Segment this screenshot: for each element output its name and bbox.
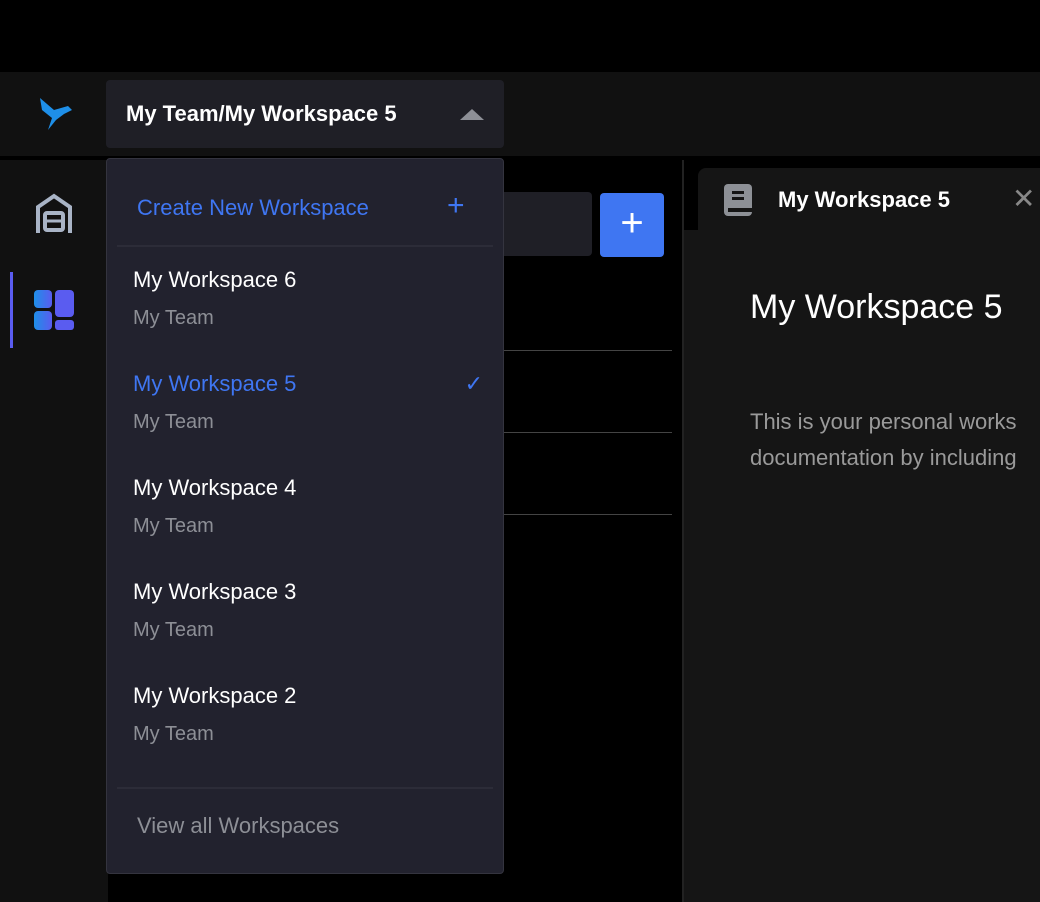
workspaces-icon[interactable] (33, 289, 75, 336)
plus-icon[interactable]: + (447, 189, 465, 223)
body-line: documentation by including (750, 445, 1017, 470)
workspace-item[interactable]: My Workspace 6 My Team (133, 267, 483, 357)
workspace-name: My Workspace 4 (133, 475, 297, 500)
create-new-workspace-link[interactable]: Create New Workspace (137, 195, 369, 221)
left-nav (0, 160, 108, 902)
divider (480, 350, 672, 351)
workspace-item[interactable]: My Workspace 2 My Team (133, 683, 483, 773)
collections-icon[interactable] (34, 193, 74, 240)
document-panel (684, 230, 1040, 902)
workspace-selector[interactable]: My Team/My Workspace 5 (106, 80, 504, 148)
workspace-item[interactable]: My Workspace 3 My Team (133, 579, 483, 669)
workspace-name: My Workspace 6 (133, 267, 297, 292)
team-name: My Team (133, 515, 214, 537)
book-icon (724, 184, 752, 221)
document-body: This is your personal works documentatio… (750, 404, 1017, 476)
workspace-name: My Workspace 2 (133, 683, 297, 708)
workspace-name: My Workspace 5 (133, 371, 297, 396)
nav-active-indicator (10, 272, 13, 348)
workspace-selector-label: My Team/My Workspace 5 (126, 101, 397, 126)
workspace-name: My Workspace 3 (133, 579, 297, 604)
bird-logo-icon[interactable] (38, 96, 74, 137)
workspace-dropdown: Create New Workspace + My Workspace 6 My… (106, 158, 504, 874)
team-name: My Team (133, 411, 214, 433)
check-icon: ✓ (464, 371, 483, 396)
team-name: My Team (133, 619, 214, 641)
document-title: My Workspace 5 (750, 288, 1003, 326)
team-name: My Team (133, 723, 214, 745)
add-button[interactable]: + (600, 193, 664, 257)
divider (480, 514, 672, 515)
tab-my-workspace-5[interactable]: My Workspace 5 ✕ (698, 168, 1040, 230)
caret-up-icon (460, 109, 484, 120)
workspace-item-selected[interactable]: My Workspace 5 My Team ✓ (133, 371, 483, 461)
divider (480, 432, 672, 433)
workspace-item[interactable]: My Workspace 4 My Team (133, 475, 483, 565)
divider (117, 245, 493, 247)
close-icon[interactable]: ✕ (1012, 182, 1035, 215)
team-name: My Team (133, 307, 214, 329)
body-line: This is your personal works (750, 409, 1017, 434)
divider (117, 787, 493, 789)
view-all-workspaces-link[interactable]: View all Workspaces (137, 813, 339, 839)
tab-title: My Workspace 5 (778, 187, 951, 212)
